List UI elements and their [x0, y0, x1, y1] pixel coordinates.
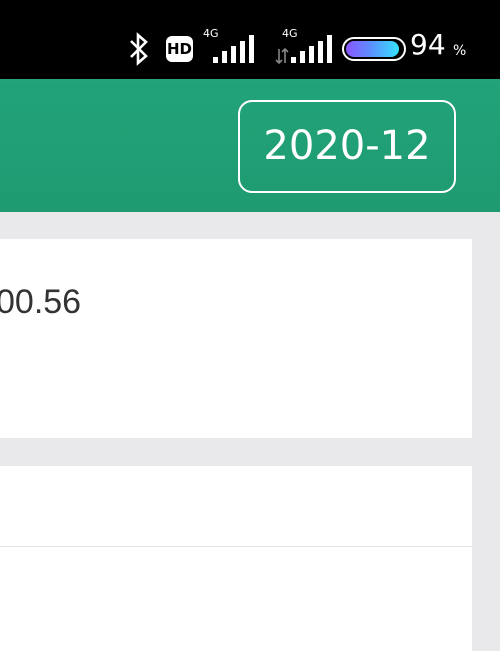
summary-card: [0, 239, 472, 438]
status-bar: HD 4G 4G 94 %: [0, 0, 500, 79]
hd-voice-icon: HD: [166, 36, 193, 62]
app-header: 2020-12: [0, 79, 500, 212]
signal-strength-icon: [213, 35, 254, 63]
signal-strength-icon-2: [291, 35, 332, 63]
battery-icon: [342, 37, 406, 61]
battery-percent-sign: %: [453, 43, 467, 59]
list-card: [0, 466, 472, 651]
data-activity-icon: [275, 48, 289, 64]
bluetooth-icon: [130, 32, 148, 66]
total-amount: 00.56: [0, 283, 82, 321]
month-picker-button[interactable]: 2020-12: [238, 100, 456, 193]
list-divider: [0, 546, 472, 547]
battery-level: 94: [410, 28, 446, 61]
battery-fill: [346, 41, 399, 57]
